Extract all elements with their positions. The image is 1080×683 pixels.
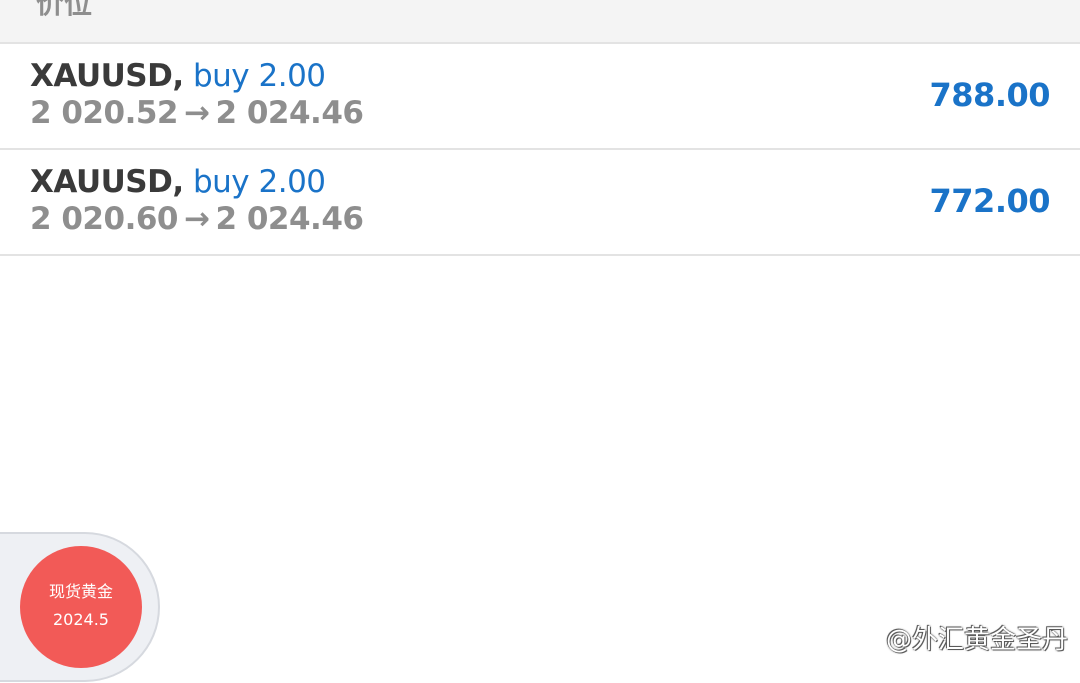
section-header: 价位 [0,0,1080,44]
trade-row[interactable]: XAUUSD, buy 2.00 2 020.52 → 2 024.46 788.0… [0,44,1080,150]
floating-badge[interactable]: 现货黄金 2024.5 [20,546,142,668]
trade-prices: 2 020.60 → 2 024.46 [30,201,364,237]
badge-title: 现货黄金 [48,582,113,601]
trade-side-volume: buy 2.00 [192,164,326,200]
trade-screen: 价位 XAUUSD, buy 2.00 2 020.52 → 2 024.46 78… [0,0,1080,683]
arrow-right-icon: → [184,95,210,131]
arrow-right-icon: → [184,201,210,237]
trade-prices: 2 020.52 → 2 024.46 [30,95,364,131]
open-price: 2 020.52 [30,95,179,131]
trade-title: XAUUSD, buy 2.00 [30,58,326,94]
trade-title: XAUUSD, buy 2.00 [30,164,326,200]
trade-profit: 788.00 [929,76,1051,114]
current-price: 2 024.46 [215,201,364,237]
section-header-label: 价位 [36,0,93,20]
watermark: @外汇黄金圣丹 [885,625,1068,655]
trade-symbol: XAUUSD, [30,164,184,200]
current-price: 2 024.46 [215,95,364,131]
badge-date: 2024.5 [53,610,109,629]
trade-row[interactable]: XAUUSD, buy 2.00 2 020.60 → 2 024.46 772.0… [0,150,1080,256]
trade-side-volume: buy 2.00 [192,58,326,94]
open-price: 2 020.60 [30,201,179,237]
trade-symbol: XAUUSD, [30,58,184,94]
trade-profit: 772.00 [929,182,1051,220]
